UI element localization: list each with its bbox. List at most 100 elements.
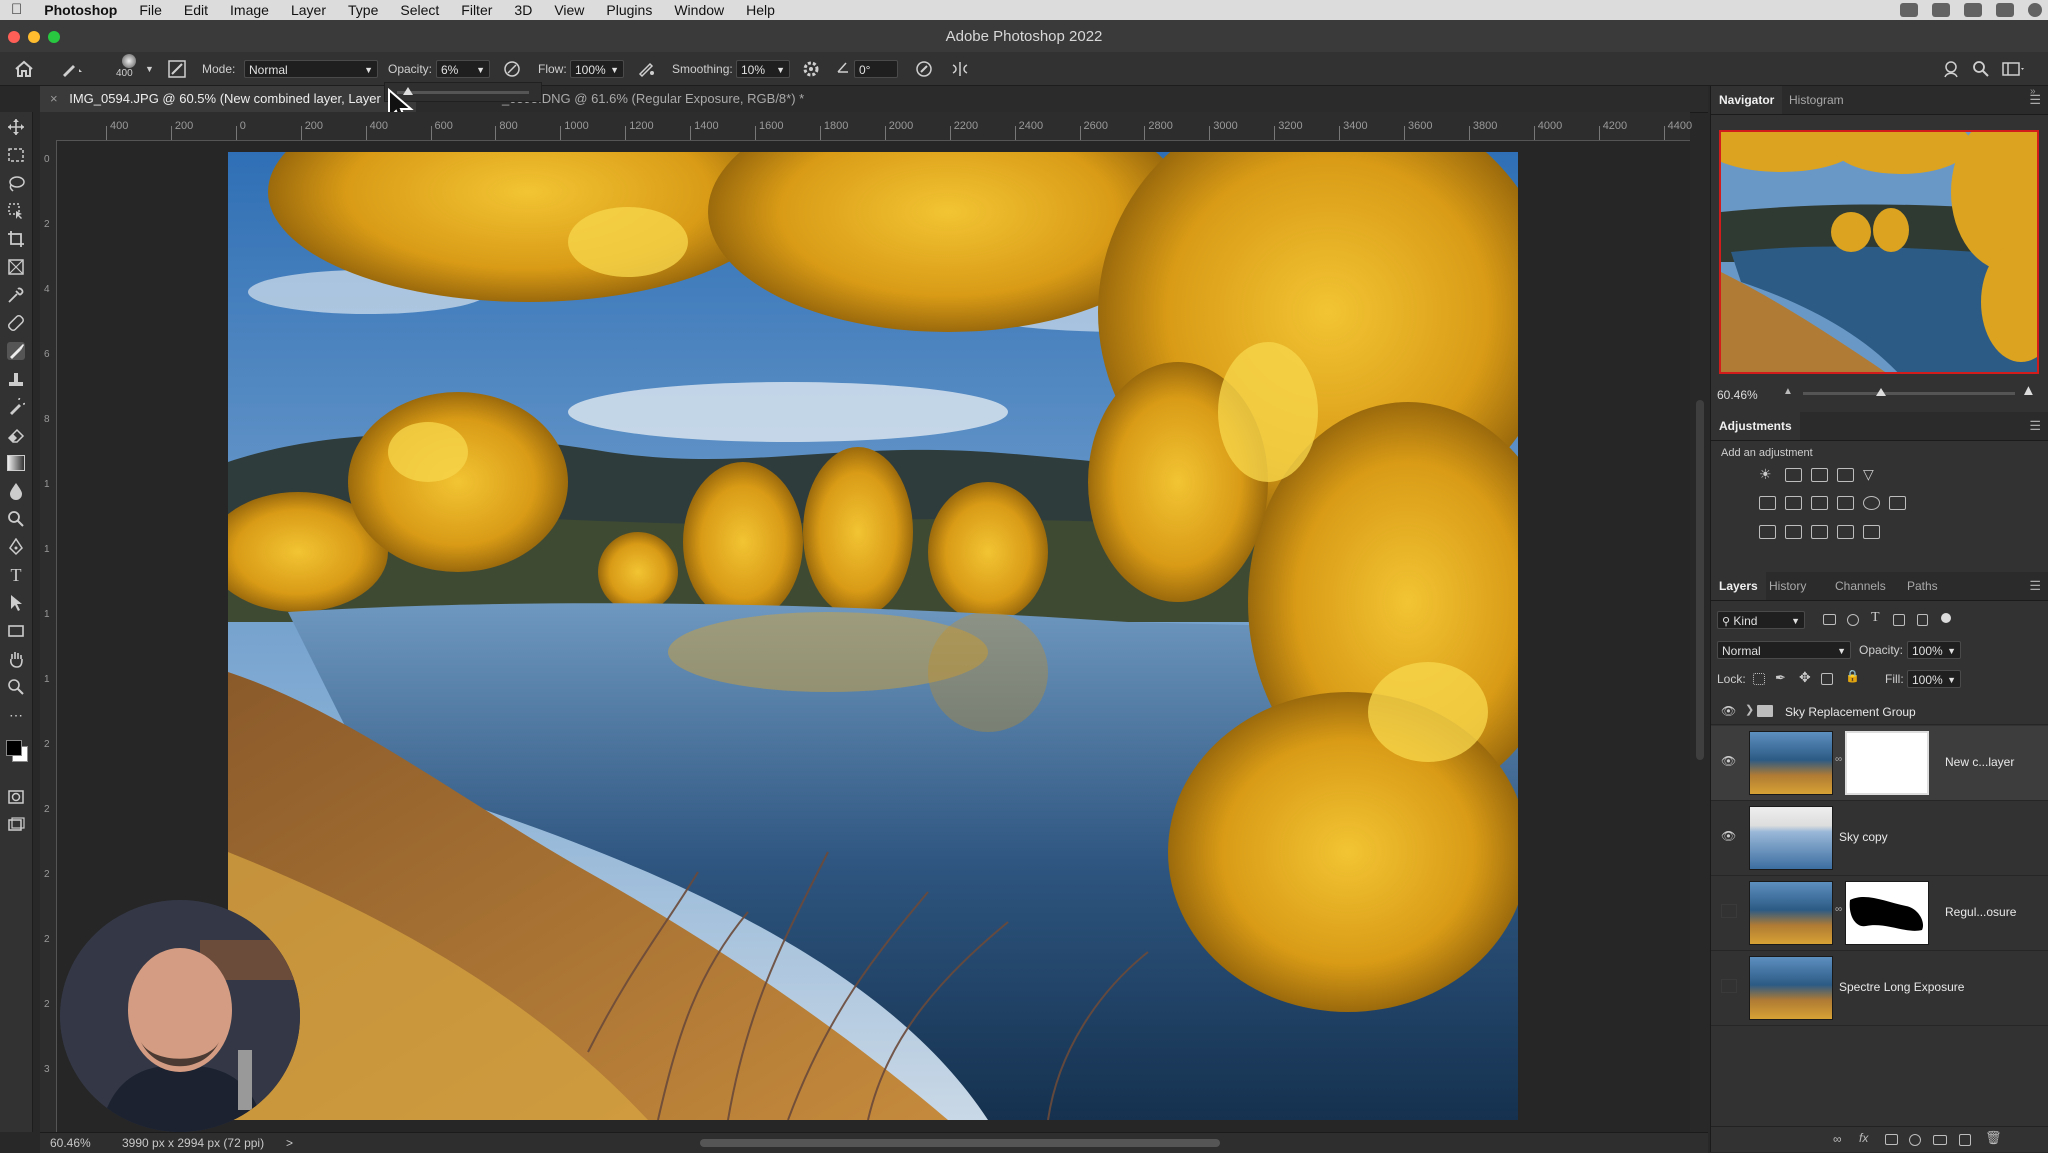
menu-layer[interactable]: Layer [280, 0, 337, 20]
photo-filter-icon[interactable] [1837, 496, 1854, 510]
layer-row-sky-copy[interactable]: 👁 Sky copy [1711, 801, 2048, 876]
opacity-field[interactable]: 6% ▼ [436, 60, 490, 78]
layer-mask-thumbnail[interactable] [1845, 731, 1929, 795]
quick-mask-icon[interactable] [7, 788, 25, 806]
blend-mode-select[interactable]: Normal ▼ [1717, 641, 1851, 659]
tab-history[interactable]: History [1761, 572, 1814, 600]
new-adjustment-icon[interactable] [1909, 1134, 1921, 1146]
posterize-icon[interactable] [1785, 525, 1802, 539]
menu-filter[interactable]: Filter [450, 0, 503, 20]
menu-file[interactable]: File [128, 0, 173, 20]
layer-filter-kind[interactable]: ⚲ Kind ▼ [1717, 611, 1805, 629]
fx-icon[interactable]: fx [1859, 1131, 1868, 1145]
hue-saturation-icon[interactable] [1759, 496, 1776, 510]
close-tab-icon[interactable]: × [50, 91, 58, 106]
brush-size-picker[interactable]: 400 [116, 54, 136, 79]
filter-smart-object-icon[interactable] [1917, 614, 1928, 626]
exposure-icon[interactable] [1837, 468, 1854, 482]
eraser-tool-icon[interactable] [7, 426, 25, 444]
apple-icon[interactable]:  [0, 0, 33, 20]
screen-record-icon[interactable] [1932, 3, 1950, 17]
filter-adjustment-icon[interactable] [1847, 614, 1859, 626]
smoothing-field[interactable]: 10% ▼ [736, 60, 790, 78]
opacity-slider-track[interactable] [397, 91, 529, 94]
navigator-zoom-thumb[interactable] [1876, 388, 1887, 396]
lasso-tool-icon[interactable] [7, 174, 25, 192]
menu-edit[interactable]: Edit [173, 0, 219, 20]
blur-tool-icon[interactable] [7, 482, 25, 500]
zoom-in-icon[interactable]: ▲ [2021, 382, 2036, 399]
navigator-zoom-slider[interactable] [1803, 388, 2015, 396]
creative-cloud-icon[interactable] [1900, 3, 1918, 17]
tab-layers[interactable]: Layers [1711, 572, 1766, 600]
selective-color-icon[interactable] [1837, 525, 1854, 539]
tab-navigator[interactable]: Navigator [1711, 86, 1783, 114]
more-tools-icon[interactable]: ⋯ [7, 706, 25, 724]
tab-histogram[interactable]: Histogram [1781, 86, 1852, 114]
menu-select[interactable]: Select [389, 0, 450, 20]
layer-row-regular-exposure[interactable]: ∞ Regul...osure [1711, 876, 2048, 951]
lock-pixels-icon[interactable]: ✒ [1775, 670, 1786, 686]
link-layers-icon[interactable]: ∞ [1833, 1132, 1842, 1146]
clone-stamp-tool-icon[interactable] [7, 370, 25, 388]
panel-menu-icon[interactable]: ☰ [2029, 578, 2041, 594]
curves-icon[interactable] [1811, 468, 1828, 482]
navigator-preview[interactable] [1719, 130, 2039, 374]
document-image[interactable] [228, 152, 1518, 1120]
tab-img-0594[interactable]: × IMG_0594.JPG @ 60.5% (New combined lay… [40, 86, 416, 112]
smoothing-gear-icon[interactable] [802, 60, 820, 78]
filter-pixel-icon[interactable] [1823, 614, 1836, 625]
gradient-map-icon[interactable] [1863, 525, 1880, 539]
filter-type-icon[interactable]: T [1871, 610, 1880, 626]
panel-menu-icon[interactable]: ☰ [2029, 418, 2041, 434]
type-tool-icon[interactable]: T [7, 565, 25, 585]
frame-tool-icon[interactable] [7, 258, 25, 276]
chevron-down-icon[interactable]: ▼ [145, 60, 154, 78]
pressure-opacity-icon[interactable] [502, 60, 522, 78]
flow-field[interactable]: 100% ▼ [570, 60, 624, 78]
healing-brush-tool-icon[interactable] [7, 314, 25, 332]
path-selection-tool-icon[interactable] [7, 594, 25, 612]
menu-view[interactable]: View [543, 0, 595, 20]
lock-position-icon[interactable]: ✥ [1799, 669, 1811, 686]
move-tool-icon[interactable] [7, 118, 25, 136]
vertical-scrollbar[interactable] [1696, 400, 1704, 760]
lock-all-icon[interactable]: 🔒 [1845, 669, 1860, 683]
control-center-icon[interactable] [1996, 3, 2014, 17]
pressure-size-icon[interactable] [914, 60, 934, 78]
search-icon[interactable] [1972, 60, 1990, 78]
eyedropper-tool-icon[interactable] [7, 286, 25, 304]
zoom-out-icon[interactable]: ▲ [1783, 386, 1793, 397]
object-selection-tool-icon[interactable] [7, 202, 25, 220]
screen-mode-icon[interactable] [7, 816, 25, 834]
eye-icon[interactable]: 👁 [1721, 754, 1736, 768]
airbrush-icon[interactable] [636, 60, 656, 78]
status-menu-arrow[interactable]: > [286, 1136, 293, 1150]
history-brush-tool-icon[interactable] [7, 398, 25, 416]
invert-icon[interactable] [1759, 525, 1776, 539]
gradient-tool-icon[interactable] [7, 454, 25, 472]
trash-icon[interactable]: 🗑 [1985, 1130, 2002, 1146]
color-balance-icon[interactable] [1785, 496, 1802, 510]
layer-mask-thumbnail[interactable] [1845, 881, 1929, 945]
share-icon[interactable] [1942, 60, 1960, 78]
menu-image[interactable]: Image [219, 0, 280, 20]
menu-plugins[interactable]: Plugins [595, 0, 663, 20]
more-icon[interactable] [1964, 3, 1982, 17]
add-mask-icon[interactable] [1885, 1134, 1898, 1145]
menu-help[interactable]: Help [735, 0, 786, 20]
symmetry-icon[interactable] [950, 60, 970, 78]
crop-tool-icon[interactable] [7, 230, 25, 248]
color-swatches[interactable] [4, 736, 28, 764]
link-icon[interactable]: ∞ [1835, 754, 1842, 765]
tab-paths[interactable]: Paths [1899, 572, 1946, 600]
levels-icon[interactable] [1785, 468, 1802, 482]
pen-tool-icon[interactable] [7, 538, 25, 556]
layer-row-spectre-long-exposure[interactable]: Spectre Long Exposure [1711, 951, 2048, 1026]
visibility-toggle[interactable] [1721, 904, 1737, 918]
marquee-tool-icon[interactable] [7, 146, 25, 164]
channel-mixer-icon[interactable] [1863, 496, 1880, 510]
menu-app-name[interactable]: Photoshop [33, 0, 128, 20]
hand-tool-icon[interactable] [7, 650, 25, 668]
lock-transparent-icon[interactable] [1753, 673, 1765, 685]
